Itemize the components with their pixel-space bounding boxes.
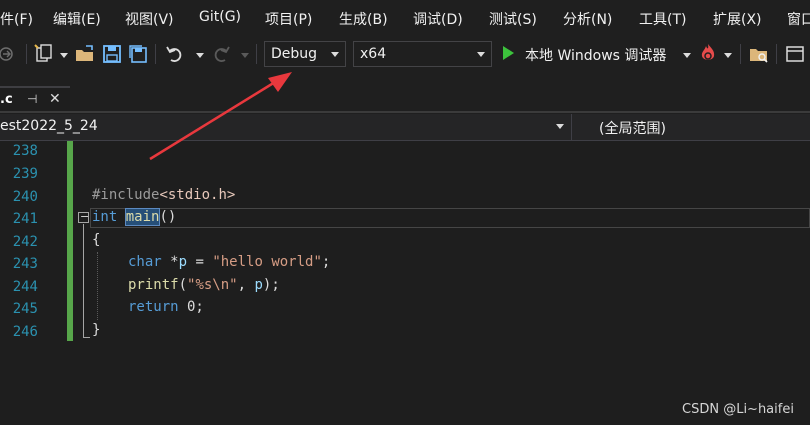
menu-edit[interactable]: 编辑(E)	[53, 9, 101, 29]
variable-p: p	[178, 254, 188, 270]
toolbar-separator	[740, 44, 741, 64]
annotation-arrow	[149, 72, 292, 161]
include-directive: #include	[92, 187, 160, 203]
watermark: CSDN @Li~haifei	[682, 402, 794, 417]
undo-dropdown-caret[interactable]	[196, 53, 204, 58]
menu-build[interactable]: 生成(B)	[339, 9, 388, 29]
toolbar-separator	[155, 44, 156, 64]
platform-value: x64	[360, 46, 387, 62]
outline-guide-end	[83, 337, 90, 338]
menu-view[interactable]: 视图(V)	[125, 9, 174, 29]
menu-project[interactable]: 项目(P)	[265, 9, 312, 29]
menu-git[interactable]: Git(G)	[199, 9, 241, 25]
menu-tools[interactable]: 工具(T)	[639, 9, 686, 29]
code-line-242: {	[92, 232, 101, 248]
navigate-forward-icon[interactable]	[0, 43, 22, 65]
line-number: 241	[12, 211, 38, 227]
menu-analyze[interactable]: 分析(N)	[563, 9, 612, 29]
variable-p: p	[254, 277, 263, 293]
menu-debug[interactable]: 调试(D)	[413, 9, 463, 29]
close-tab-icon[interactable]: ✕	[49, 91, 61, 107]
code-line-246: }	[92, 322, 101, 338]
line-number: 246	[12, 324, 38, 340]
menu-bar: 件(F) 编辑(E) 视图(V) Git(G) 项目(P) 生成(B) 调试(D…	[0, 0, 810, 36]
format-string: "%s\n"	[187, 277, 238, 293]
line-number: 243	[12, 256, 38, 272]
include-header: <stdio.h>	[159, 187, 236, 203]
parens: ()	[159, 209, 177, 225]
line-number: 245	[12, 301, 38, 317]
pin-tab-icon[interactable]: ⊣	[27, 92, 37, 106]
scope-name: (全局范围)	[599, 121, 666, 137]
code-line-244: printf("%s\n", p);	[128, 277, 280, 293]
tab-strip-divider	[0, 111, 810, 113]
line-number: 244	[12, 279, 38, 295]
collapse-toggle[interactable]: −	[78, 210, 89, 223]
start-debugging-icon[interactable]	[500, 44, 516, 62]
current-line-highlight	[90, 208, 810, 228]
document-tab-label: .c	[0, 92, 13, 107]
document-tab[interactable]: .c ⊣ ✕	[0, 86, 70, 114]
undo-icon[interactable]	[164, 43, 186, 65]
menu-window[interactable]: 窗口	[787, 9, 810, 29]
new-project-icon[interactable]	[33, 43, 55, 65]
save-all-icon[interactable]	[127, 43, 149, 65]
collapse-minus-icon: −	[80, 210, 90, 223]
outline-guide	[83, 224, 84, 338]
scope-dropdown[interactable]: (全局范围)	[572, 114, 810, 140]
start-debugger-button[interactable]: 本地 Windows 调试器	[525, 45, 666, 65]
comma: ,	[237, 277, 255, 293]
debugger-dropdown-caret[interactable]	[683, 53, 691, 58]
semicolon: ;	[321, 254, 331, 270]
function-main-selected[interactable]: main	[124, 208, 161, 226]
toolbar-separator	[256, 44, 257, 64]
hot-reload-flame-icon[interactable]	[697, 42, 719, 64]
hot-reload-dropdown-caret[interactable]	[724, 53, 732, 58]
chevron-down-icon	[331, 52, 339, 57]
keyword-int: int	[92, 209, 118, 225]
change-tracking-bar	[67, 141, 73, 341]
line-number: 242	[12, 234, 38, 250]
redo-icon[interactable]	[210, 43, 232, 65]
line-number: 238	[12, 143, 38, 159]
line-number: 240	[12, 189, 38, 205]
pointer-op: *	[161, 254, 179, 270]
toolbar-separator	[776, 44, 777, 64]
code-line-243: char *p = "hello world";	[128, 254, 330, 270]
close-paren: );	[262, 277, 280, 293]
navigation-bar: est2022_5_24 (全局范围)	[0, 114, 810, 141]
code-editor[interactable]	[0, 141, 810, 425]
redo-dropdown-caret[interactable]	[241, 53, 249, 58]
window-layout-icon[interactable]	[784, 43, 806, 65]
indent-guide	[97, 252, 98, 320]
menu-extensions[interactable]: 扩展(X)	[713, 9, 762, 29]
code-line-245: return 0;	[128, 299, 204, 315]
save-icon[interactable]	[101, 43, 123, 65]
keyword-return: return	[128, 299, 179, 315]
menu-test[interactable]: 测试(S)	[489, 9, 537, 29]
code-line-240: #include<stdio.h>	[92, 187, 235, 203]
document-tab-strip	[0, 74, 810, 114]
string-literal: "hello world"	[212, 254, 322, 270]
new-project-dropdown-caret[interactable]	[60, 53, 68, 58]
keyword-char: char	[128, 254, 162, 270]
find-in-files-icon[interactable]	[748, 43, 770, 65]
open-paren: (	[178, 277, 188, 293]
chevron-down-icon	[556, 124, 564, 129]
menu-file[interactable]: 件(F)	[0, 9, 33, 29]
return-value: 0;	[178, 299, 204, 315]
toolbar-separator	[26, 44, 27, 64]
line-number: 239	[12, 166, 38, 182]
function-printf: printf	[128, 277, 179, 293]
open-folder-icon[interactable]	[74, 43, 96, 65]
assign-op: =	[187, 254, 213, 270]
solution-platform-select[interactable]: x64	[353, 41, 492, 67]
code-line-241: int main()	[92, 208, 177, 226]
chevron-down-icon	[477, 52, 485, 57]
project-name: est2022_5_24	[0, 118, 98, 134]
configuration-value: Debug	[271, 46, 318, 62]
